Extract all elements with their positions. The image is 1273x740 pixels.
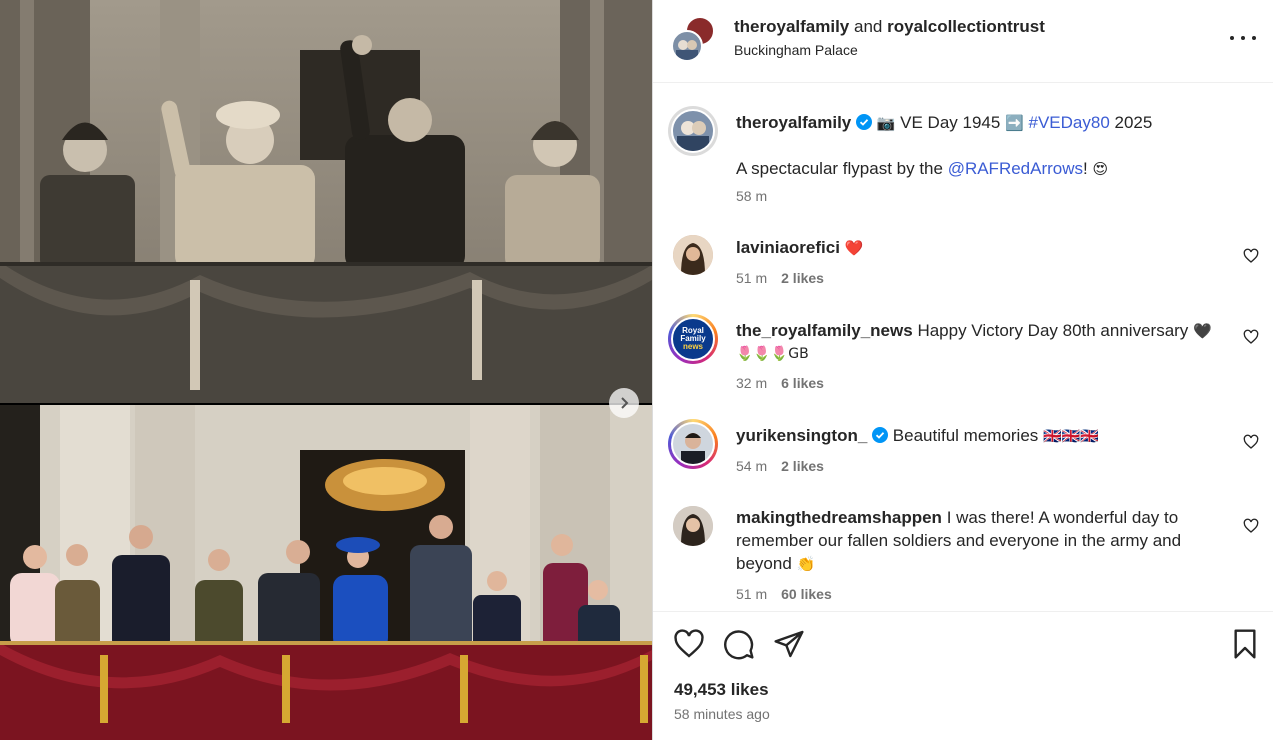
hashtag-link[interactable]: #VEDay80 (1029, 113, 1110, 132)
comment-meta: 51 m 2 likes (736, 270, 824, 286)
comment-meta: 32 m 6 likes (736, 375, 824, 391)
post-header: theroyalfamily and royalcollectiontrust … (653, 0, 1273, 83)
location-link[interactable]: Buckingham Palace (734, 42, 858, 58)
comment-username[interactable]: laviniaorefici (736, 238, 840, 257)
caption-username[interactable]: theroyalfamily (736, 113, 851, 132)
post-media[interactable] (0, 0, 652, 740)
comment-text: yurikensington_ Beautiful memories 🇬🇧🇬🇧🇬… (736, 424, 1217, 448)
avatar[interactable] (673, 506, 713, 546)
comment-text: makingthedreamshappen I was there! A won… (736, 506, 1217, 576)
post-actions: 49,453 likes 58 minutes ago (653, 611, 1273, 740)
caption-text-part1: VE Day 1945 (900, 113, 1001, 132)
comment-emoji-line: 🌷🌷🌷GB (736, 346, 809, 362)
comment-time[interactable]: 54 m (736, 458, 767, 474)
heart-icon[interactable] (673, 628, 705, 660)
heart-icon[interactable] (1243, 329, 1259, 345)
comment-body: Beautiful memories (892, 426, 1039, 445)
comment-username[interactable]: the_royalfamily_news (736, 321, 913, 340)
more-icon[interactable] (1230, 28, 1256, 48)
comment-likes[interactable]: 6 likes (781, 375, 824, 391)
comment-emoji: 👏 (796, 555, 816, 573)
comment-text: laviniaorefici ❤️ (736, 236, 1217, 260)
likes-count[interactable]: 49,453 likes (674, 680, 769, 700)
comment-text: the_royalfamily_news Happy Victory Day 8… (736, 319, 1217, 366)
caption-line2-text: A spectacular flypast by the (736, 159, 943, 178)
verified-icon (872, 427, 889, 443)
caption-line2: A spectacular flypast by the @RAFRedArro… (736, 157, 1217, 181)
avatar[interactable] (673, 235, 713, 275)
comment-time[interactable]: 51 m (736, 270, 767, 286)
comment-likes[interactable]: 60 likes (781, 586, 832, 602)
comment-body: Happy Victory Day 80th anniversary (917, 321, 1189, 340)
ve-day-1945-photo (0, 0, 652, 403)
verified-icon (856, 114, 872, 130)
author-link-royalcollectiontrust[interactable]: royalcollectiontrust (887, 17, 1045, 36)
avatar-theroyalfamily[interactable] (671, 30, 703, 62)
caption-line2-punct: ! (1083, 159, 1088, 178)
share-icon[interactable] (773, 628, 805, 660)
comment-likes[interactable]: 2 likes (781, 458, 824, 474)
caption-text: theroyalfamily 📷 VE Day 1945 ➡️ #VEDay80… (736, 111, 1217, 181)
post-authors: theroyalfamily and royalcollectiontrust (734, 17, 1045, 37)
comment-icon[interactable] (723, 628, 755, 660)
comment-emoji: 🖤 (1193, 322, 1212, 340)
comment-username[interactable]: makingthedreamshappen (736, 508, 942, 527)
post-time[interactable]: 58 minutes ago (674, 706, 770, 722)
comment-time[interactable]: 51 m (736, 586, 767, 602)
comments-list[interactable]: theroyalfamily 📷 VE Day 1945 ➡️ #VEDay80… (653, 84, 1273, 610)
heart-icon[interactable] (1243, 434, 1259, 450)
comment-meta: 51 m 60 likes (736, 586, 832, 602)
caption-meta: 58 m (736, 188, 767, 204)
comment-emoji: 🇬🇧🇬🇧🇬🇧 (1043, 427, 1100, 445)
caption-time[interactable]: 58 m (736, 188, 767, 204)
author-link-theroyalfamily[interactable]: theroyalfamily (734, 17, 849, 36)
arrow-emoji: ➡️ (1005, 114, 1024, 132)
chevron-right-icon (621, 397, 629, 409)
comment-likes[interactable]: 2 likes (781, 270, 824, 286)
next-slide-button[interactable] (609, 388, 639, 418)
post-panel: theroyalfamily and royalcollectiontrust … (653, 0, 1273, 740)
authors-conjunction: and (854, 17, 883, 36)
comment-meta: 54 m 2 likes (736, 458, 824, 474)
comment-emoji: ❤️ (844, 239, 864, 257)
news-avatar-line3: news (682, 342, 703, 351)
camera-emoji: 📷 (876, 114, 896, 132)
comment-username[interactable]: yurikensington_ (736, 426, 867, 445)
collab-avatars[interactable] (671, 16, 719, 62)
avatar[interactable] (668, 419, 718, 469)
avatar[interactable] (668, 106, 718, 156)
bookmark-icon[interactable] (1229, 628, 1261, 660)
heart-icon[interactable] (1243, 248, 1259, 264)
ve-day-2025-photo (0, 405, 652, 740)
caption-text-part2: 2025 (1114, 113, 1153, 132)
heart-icon[interactable] (1243, 518, 1259, 534)
comment-time[interactable]: 32 m (736, 375, 767, 391)
avatar[interactable]: Royal Family news (668, 314, 718, 364)
mention-link[interactable]: @RAFRedArrows (948, 159, 1083, 178)
heart-eyes-emoji: 😍 (1092, 160, 1109, 178)
